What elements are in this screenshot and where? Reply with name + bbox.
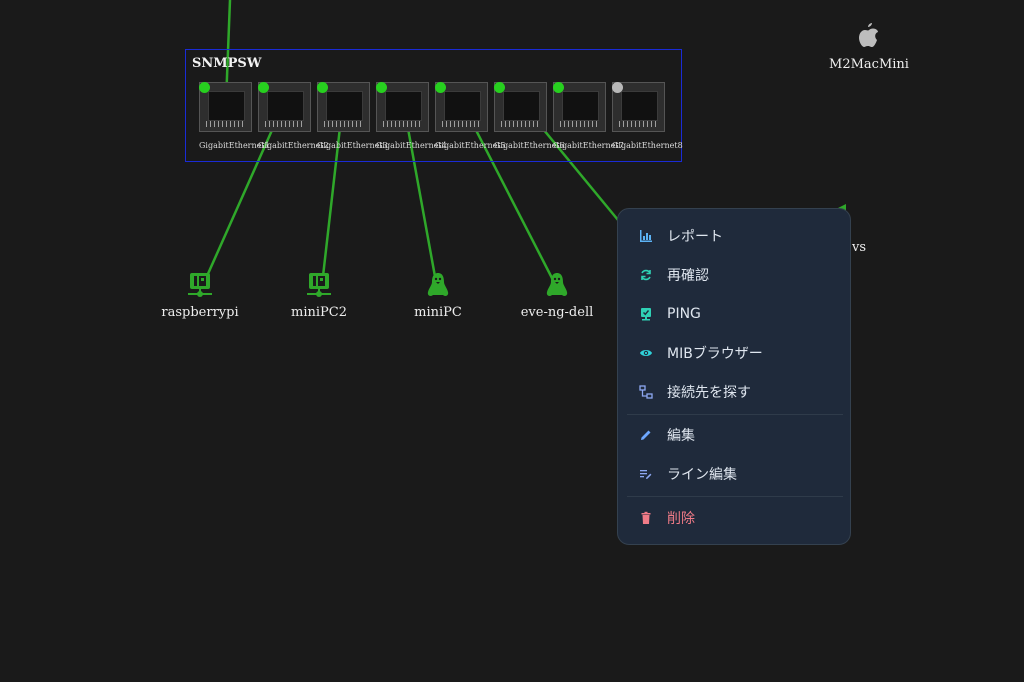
switch-name: SNMPSW — [192, 56, 262, 71]
port-7[interactable] — [553, 82, 606, 132]
menu-item-label: MIBブラウザー — [667, 346, 763, 362]
linux-icon — [427, 273, 449, 296]
menu-item-label: PING — [667, 306, 701, 322]
port-led — [612, 82, 623, 93]
refresh-icon — [639, 268, 653, 282]
node-m2macmini[interactable]: M2MacMini — [814, 21, 924, 72]
port-8[interactable] — [612, 82, 665, 132]
switch-snmpsw[interactable]: SNMPSW GigabitEthernet1 GigabitEthernet2… — [185, 49, 683, 162]
node-raspberrypi[interactable]: raspberrypi — [145, 271, 255, 320]
port-led — [199, 82, 210, 93]
pencil-icon — [639, 428, 653, 442]
ip-device-icon — [307, 273, 331, 297]
port-label: GigabitEthernet6 — [494, 141, 565, 150]
port-4[interactable] — [376, 82, 429, 132]
trash-icon — [639, 511, 653, 525]
menu-item-label: 削除 — [667, 511, 695, 527]
eye-icon — [639, 346, 653, 360]
port-led — [553, 82, 564, 93]
node-label: miniPC2 — [291, 305, 347, 320]
node-label: miniPC — [414, 305, 462, 320]
ping-icon — [639, 307, 653, 321]
node-minipc2[interactable]: miniPC2 — [264, 271, 374, 320]
port-led — [376, 82, 387, 93]
menu-item-find-connection[interactable]: 接続先を探す — [618, 374, 850, 410]
menu-divider — [627, 414, 843, 415]
port-label: GigabitEthernet4 — [376, 141, 447, 150]
menu-divider — [627, 496, 843, 497]
port-5[interactable] — [435, 82, 488, 132]
port-label: GigabitEthernet2 — [258, 141, 329, 150]
node-label: M2MacMini — [829, 57, 909, 72]
menu-item-recheck[interactable]: 再確認 — [618, 257, 850, 293]
menu-item-line-edit[interactable]: ライン編集 — [618, 456, 850, 492]
partial-node-label: vs — [852, 240, 867, 255]
linux-icon — [546, 273, 568, 296]
menu-item-edit[interactable]: 編集 — [618, 417, 850, 453]
port-led — [317, 82, 328, 93]
node-eve-ng-dell[interactable]: eve-ng-dell — [502, 271, 612, 320]
port-label: GigabitEthernet5 — [435, 141, 506, 150]
chart-icon — [639, 229, 653, 243]
port-label: GigabitEthernet7 — [553, 141, 624, 150]
menu-item-delete[interactable]: 削除 — [618, 500, 850, 536]
port-1[interactable] — [199, 82, 252, 132]
port-2[interactable] — [258, 82, 311, 132]
network-map[interactable]: SNMPSW GigabitEthernet1 GigabitEthernet2… — [0, 0, 1024, 682]
port-led — [258, 82, 269, 93]
port-label: GigabitEthernet8 — [612, 141, 683, 150]
connection-icon — [639, 385, 653, 399]
menu-item-label: 再確認 — [667, 268, 709, 284]
node-minipc[interactable]: miniPC — [383, 271, 493, 320]
port-3[interactable] — [317, 82, 370, 132]
node-context-menu: レポート 再確認 PING MIBブラウザー 接続先を探す 編集 ライン編集 削… — [617, 208, 851, 545]
port-label: GigabitEthernet1 — [199, 141, 270, 150]
menu-item-label: ライン編集 — [667, 467, 737, 483]
menu-item-mib-browser[interactable]: MIBブラウザー — [618, 335, 850, 371]
port-6[interactable] — [494, 82, 547, 132]
node-label: raspberrypi — [161, 305, 239, 320]
menu-item-label: 編集 — [667, 428, 695, 444]
apple-icon — [859, 23, 878, 47]
line-edit-icon — [639, 467, 653, 481]
port-led — [435, 82, 446, 93]
port-led — [494, 82, 505, 93]
node-label: eve-ng-dell — [520, 305, 594, 320]
menu-item-label: レポート — [667, 229, 723, 245]
port-label: GigabitEthernet3 — [317, 141, 388, 150]
menu-item-ping[interactable]: PING — [618, 296, 850, 332]
ip-device-icon — [188, 273, 212, 297]
menu-item-label: 接続先を探す — [667, 385, 751, 401]
menu-item-report[interactable]: レポート — [618, 218, 850, 254]
